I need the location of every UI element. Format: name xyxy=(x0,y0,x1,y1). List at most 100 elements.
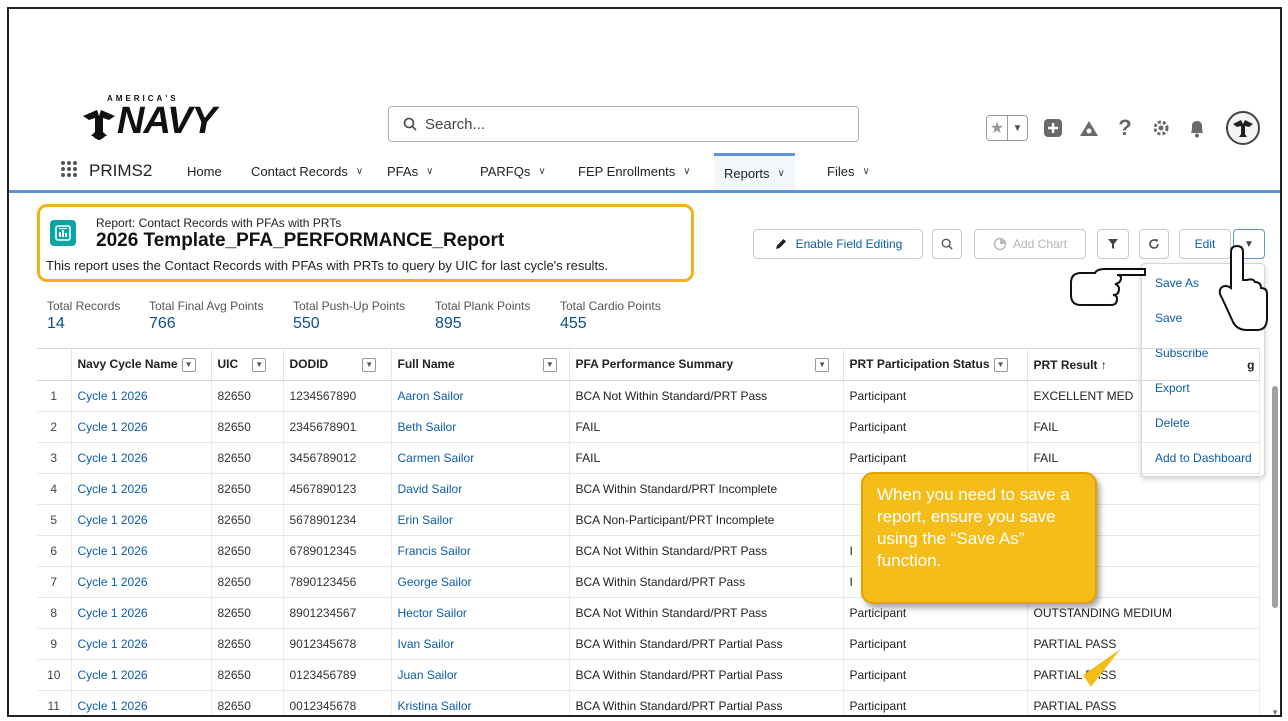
row-number: 6 xyxy=(37,535,72,567)
column-label: Full Name xyxy=(397,357,455,372)
chevron-down-icon[interactable]: ▼ xyxy=(181,357,196,372)
global-actions-icon[interactable] xyxy=(1042,117,1064,139)
tab-label: PARFQs xyxy=(480,164,531,179)
cell-navy-cycle-name[interactable]: Cycle 1 2026 xyxy=(71,659,212,691)
search-icon xyxy=(941,238,953,250)
help-icon[interactable]: ? xyxy=(1114,115,1136,140)
trailhead-icon[interactable] xyxy=(1078,117,1100,139)
cell-navy-cycle-name[interactable]: Cycle 1 2026 xyxy=(71,535,212,567)
search-report-button[interactable] xyxy=(932,229,962,259)
table-row[interactable]: 11 Cycle 1 2026 82650 0012345678 Kristina Sa… xyxy=(37,690,1260,715)
bell-icon[interactable] xyxy=(1186,117,1208,139)
chevron-down-icon[interactable]: ▼ xyxy=(542,357,557,372)
cell-full-name[interactable]: Kristina Sailor xyxy=(391,690,570,715)
scroll-down-arrow-icon[interactable]: ▼ xyxy=(1271,708,1279,715)
cell-full-name[interactable]: Aaron Sailor xyxy=(391,380,570,412)
table-row[interactable]: 3 Cycle 1 2026 82650 3456789012 Carmen Sailo… xyxy=(37,442,1260,474)
tab-pfas[interactable]: PFAs ∨ xyxy=(387,153,433,190)
tab-label: Reports xyxy=(724,165,770,181)
cell-full-name[interactable]: George Sailor xyxy=(391,566,570,598)
column-header-navy-cycle-name[interactable]: Navy Cycle Name ▼ xyxy=(71,348,212,381)
tab-reports[interactable]: Reports ∨ xyxy=(714,153,795,190)
cell-navy-cycle-name[interactable]: Cycle 1 2026 xyxy=(71,473,212,505)
row-number: 4 xyxy=(37,473,72,505)
table-row[interactable]: 10 Cycle 1 2026 82650 0123456789 Juan Sailor… xyxy=(37,659,1260,691)
cell-dodid: 1234567890 xyxy=(283,380,392,412)
tab-fep-enrollments[interactable]: FEP Enrollments ∨ xyxy=(578,153,691,190)
cell-prt-result: FAIL xyxy=(1027,411,1260,443)
row-number: 8 xyxy=(37,597,72,629)
cell-dodid: 8901234567 xyxy=(283,597,392,629)
table-row[interactable]: 2 Cycle 1 2026 82650 2345678901 Beth Sailor F… xyxy=(37,411,1260,443)
chevron-down-icon[interactable]: ▼ xyxy=(815,357,830,372)
report-icon xyxy=(50,220,76,246)
vertical-scrollbar[interactable] xyxy=(1272,386,1278,608)
header-utility-icons: ★ ▼ ? xyxy=(986,111,1260,145)
pointing-hand-icon xyxy=(1218,244,1268,331)
refresh-button[interactable] xyxy=(1139,229,1169,259)
global-search[interactable]: Search... xyxy=(388,106,859,142)
column-label: Navy Cycle Name xyxy=(77,357,178,372)
cell-navy-cycle-name[interactable]: Cycle 1 2026 xyxy=(71,380,212,412)
chevron-down-icon[interactable]: ▼ xyxy=(252,357,267,372)
filter-button[interactable] xyxy=(1097,229,1129,259)
search-icon xyxy=(403,117,417,131)
chevron-down-icon[interactable]: ▼ xyxy=(993,357,1008,372)
chevron-down-icon[interactable]: ∨ xyxy=(862,166,869,177)
tab-parfqs[interactable]: PARFQs ∨ xyxy=(480,153,546,190)
cell-full-name[interactable]: Francis Sailor xyxy=(391,535,570,567)
cell-full-name[interactable]: David Sailor xyxy=(391,473,570,505)
user-avatar[interactable] xyxy=(1226,111,1260,145)
star-icon[interactable]: ★ xyxy=(987,116,1007,140)
chevron-down-icon[interactable]: ▼ xyxy=(1007,116,1027,140)
favorites-control[interactable]: ★ ▼ xyxy=(986,115,1028,141)
column-header-uic[interactable]: UIC ▼ xyxy=(211,348,284,381)
cell-navy-cycle-name[interactable]: Cycle 1 2026 xyxy=(71,597,212,629)
column-header-full-name[interactable]: Full Name ▼ xyxy=(391,348,570,381)
column-header-prt-participation-status[interactable]: PRT Participation Status ▼ xyxy=(843,348,1028,381)
navy-logo[interactable]: AMERICA'S NAVY xyxy=(79,94,229,146)
cell-full-name[interactable]: Carmen Sailor xyxy=(391,442,570,474)
column-header-pfa-performance-summary[interactable]: PFA Performance Summary ▼ xyxy=(569,348,844,381)
chevron-down-icon[interactable]: ∨ xyxy=(538,166,545,177)
cell-navy-cycle-name[interactable]: Cycle 1 2026 xyxy=(71,628,212,660)
chevron-down-icon[interactable]: ∨ xyxy=(683,166,690,177)
button-label: Edit xyxy=(1194,237,1216,251)
chevron-down-icon[interactable]: ▼ xyxy=(362,357,377,372)
cell-prt-result: FAIL xyxy=(1027,442,1260,474)
cell-full-name[interactable]: Ivan Sailor xyxy=(391,628,570,660)
table-row[interactable]: 1 Cycle 1 2026 82650 1234567890 Aaron Sailor… xyxy=(37,380,1260,412)
cell-pfa-summary: BCA Within Standard/PRT Partial Pass xyxy=(569,690,844,715)
cell-full-name[interactable]: Hector Sailor xyxy=(391,597,570,629)
cell-navy-cycle-name[interactable]: Cycle 1 2026 xyxy=(71,504,212,536)
row-number: 7 xyxy=(37,566,72,598)
cell-full-name[interactable]: Erin Sailor xyxy=(391,504,570,536)
cell-uic: 82650 xyxy=(211,690,284,715)
app-launcher-icon[interactable] xyxy=(61,161,77,177)
row-number: 10 xyxy=(37,659,72,691)
summary-value: 550 xyxy=(293,315,320,332)
cell-navy-cycle-name[interactable]: Cycle 1 2026 xyxy=(71,411,212,443)
gear-icon[interactable] xyxy=(1150,117,1172,139)
cell-navy-cycle-name[interactable]: Cycle 1 2026 xyxy=(71,442,212,474)
tab-home[interactable]: Home xyxy=(187,153,222,190)
column-header-prt-result[interactable]: PRT Result ↑ g xyxy=(1027,348,1260,381)
table-row[interactable]: 9 Cycle 1 2026 82650 9012345678 Ivan Sailor B… xyxy=(37,628,1260,660)
enable-field-editing-button[interactable]: Enable Field Editing xyxy=(753,229,923,259)
pencil-icon xyxy=(775,239,786,249)
cell-navy-cycle-name[interactable]: Cycle 1 2026 xyxy=(71,690,212,715)
cell-uic: 82650 xyxy=(211,442,284,474)
column-header-dodid[interactable]: DODID ▼ xyxy=(283,348,392,381)
chevron-down-icon[interactable]: ∨ xyxy=(356,166,363,177)
chevron-down-icon[interactable]: ∨ xyxy=(426,166,433,177)
menu-item-save-as[interactable]: Save As xyxy=(1155,276,1199,290)
cell-pfa-summary: BCA Within Standard/PRT Partial Pass xyxy=(569,659,844,691)
cell-full-name[interactable]: Beth Sailor xyxy=(391,411,570,443)
menu-item-save[interactable]: Save xyxy=(1155,311,1182,325)
add-chart-button[interactable]: Add Chart xyxy=(974,229,1086,259)
tab-contact-records[interactable]: Contact Records ∨ xyxy=(251,153,363,190)
chevron-down-icon[interactable]: ∨ xyxy=(778,168,785,179)
cell-navy-cycle-name[interactable]: Cycle 1 2026 xyxy=(71,566,212,598)
cell-full-name[interactable]: Juan Sailor xyxy=(391,659,570,691)
tab-files[interactable]: Files ∨ xyxy=(827,153,870,190)
